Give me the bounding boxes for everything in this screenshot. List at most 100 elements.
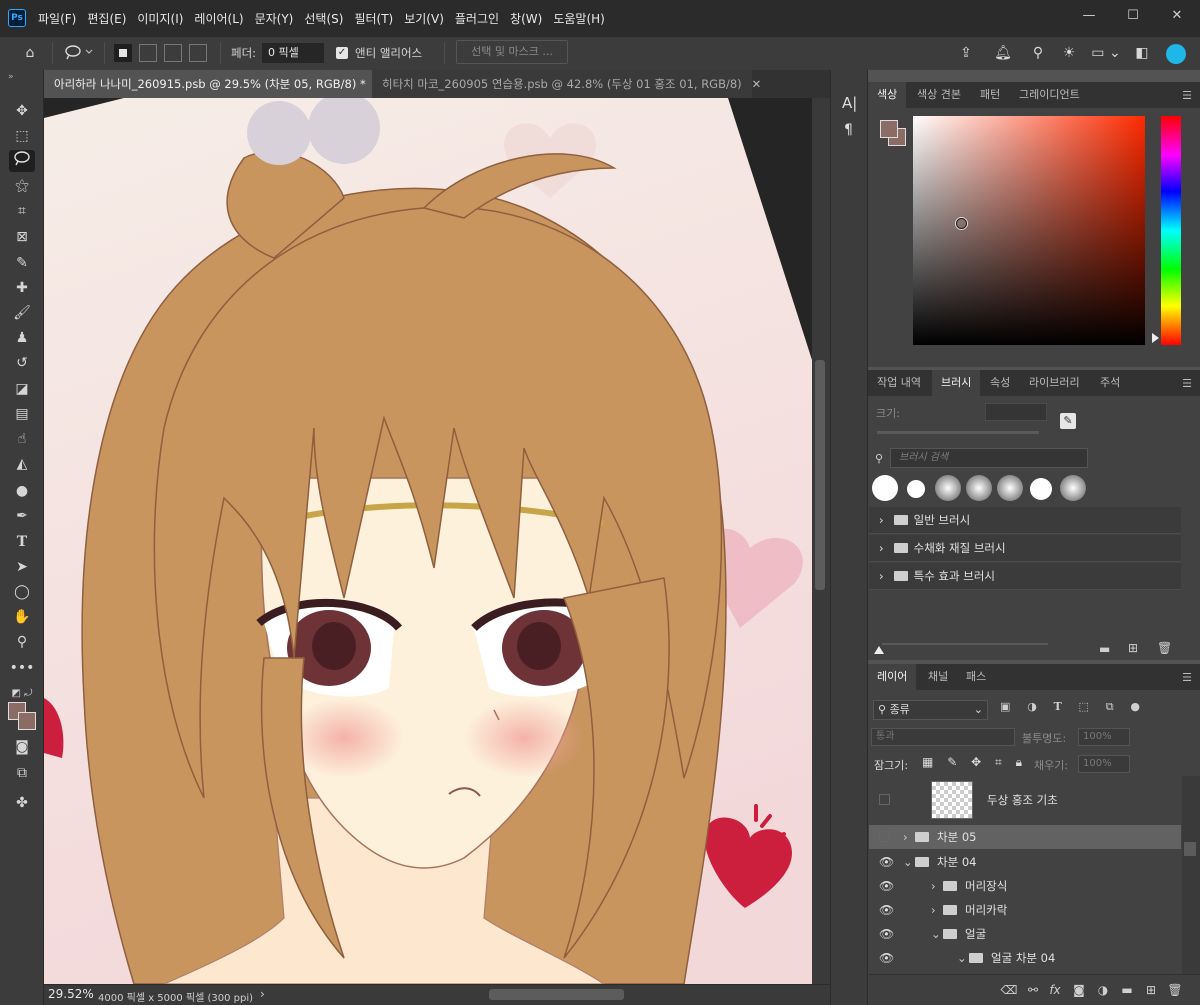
- new-group-icon[interactable]: ▬: [1118, 981, 1136, 999]
- lock-all-icon[interactable]: 🔒︎: [1016, 755, 1022, 770]
- eraser-link-icon[interactable]: ⌫: [1000, 981, 1018, 999]
- lasso-tool-icon[interactable]: [9, 150, 35, 172]
- dodge-tool-icon[interactable]: ●: [9, 480, 35, 502]
- chevron-right-icon[interactable]: ›: [931, 898, 936, 922]
- layer-row[interactable]: 👁︎ › 머리장식: [869, 874, 1181, 898]
- sharpen-tool-icon[interactable]: ◭: [9, 453, 35, 475]
- saturation-brightness-field[interactable]: [913, 116, 1145, 345]
- path-selection-tool-icon[interactable]: ➤: [9, 556, 35, 578]
- share-icon[interactable]: ⇪: [956, 43, 976, 63]
- layer-filter-select[interactable]: ⚲ 종류 ⌄: [873, 700, 988, 720]
- tab-brushes[interactable]: 브러시: [932, 370, 981, 396]
- adjustment-filter-icon[interactable]: ◑: [1027, 700, 1037, 722]
- maximize-button[interactable]: ☐: [1122, 6, 1144, 26]
- collapse-icon[interactable]: »: [8, 72, 14, 82]
- panel-menu-icon[interactable]: ☰: [1182, 89, 1192, 102]
- brush-search-input[interactable]: 브러시 검색: [890, 448, 1088, 468]
- document-tab-active[interactable]: 아리하라 나나미_260915.psb @ 29.5% (차분 05, RGB/…: [44, 70, 385, 98]
- add-to-selection-icon[interactable]: [139, 44, 157, 62]
- smudge-tool-icon[interactable]: ☝: [9, 428, 35, 450]
- menu-view[interactable]: 보기(V): [404, 10, 444, 27]
- lock-image-icon[interactable]: ✎: [947, 755, 957, 770]
- new-selection-icon[interactable]: [114, 44, 132, 62]
- eye-icon[interactable]: 👁︎: [879, 874, 894, 898]
- eye-icon[interactable]: 👁︎: [879, 946, 894, 970]
- tab-layers[interactable]: 레이어: [868, 664, 917, 690]
- marquee-tool-icon[interactable]: ⬚: [9, 125, 35, 147]
- tab-swatches[interactable]: 색상 견본: [908, 82, 970, 108]
- panel-menu-icon[interactable]: ☰: [1182, 671, 1192, 684]
- color-picker-cursor[interactable]: [956, 218, 967, 229]
- chevron-right-icon[interactable]: ›: [931, 874, 936, 898]
- menu-filter[interactable]: 필터(T): [354, 10, 393, 27]
- menu-layer[interactable]: 레이어(L): [194, 10, 243, 27]
- intersect-selection-icon[interactable]: [189, 44, 207, 62]
- select-and-mask-button[interactable]: 선택 및 마스크 ...: [456, 40, 568, 64]
- new-brush-icon[interactable]: ⊞: [1128, 641, 1138, 655]
- paragraph-panel-icon[interactable]: ¶: [844, 122, 853, 138]
- brush-preview-size-slider-handle[interactable]: [874, 646, 884, 654]
- minimize-button[interactable]: —: [1078, 6, 1100, 26]
- feather-input[interactable]: 0 픽셀: [262, 43, 325, 63]
- adjustment-layer-icon[interactable]: ◑: [1094, 981, 1112, 999]
- panel-menu-icon[interactable]: ☰: [1182, 377, 1192, 390]
- brush-tool-icon[interactable]: 🖌︎: [9, 302, 35, 324]
- brush-tip-soft[interactable]: [935, 475, 961, 501]
- discover-lightbulb-icon[interactable]: ☀: [1059, 43, 1079, 63]
- magic-wand-tool-icon[interactable]: ⚝: [9, 175, 35, 197]
- brush-tip-soft[interactable]: [1060, 475, 1086, 501]
- layers-scrollbar-thumb[interactable]: [1184, 842, 1196, 856]
- doc-info-arrow-icon[interactable]: ›: [260, 987, 265, 1001]
- tab-channels[interactable]: 채널: [919, 664, 957, 690]
- vertical-scrollbar-thumb[interactable]: [815, 360, 825, 590]
- type-tool-icon[interactable]: T: [9, 531, 35, 553]
- document-canvas[interactable]: [44, 98, 812, 984]
- menu-select[interactable]: 선택(S): [304, 10, 343, 27]
- history-brush-tool-icon[interactable]: ↺: [9, 352, 35, 374]
- filter-toggle-icon[interactable]: ●: [1130, 700, 1140, 722]
- quick-mask-icon[interactable]: ◙: [9, 736, 35, 758]
- menu-file[interactable]: 파일(F): [38, 10, 76, 27]
- shape-filter-icon[interactable]: ⬚: [1079, 700, 1089, 722]
- layers-scrollbar[interactable]: [1182, 776, 1200, 976]
- chevron-down-icon[interactable]: ⌄: [903, 850, 913, 874]
- visibility-toggle-off[interactable]: [879, 794, 890, 805]
- type-filter-icon[interactable]: T: [1054, 700, 1062, 722]
- brush-folder[interactable]: › 일반 브러시: [869, 507, 1181, 534]
- notifications-bell-icon[interactable]: 🔔︎: [993, 43, 1013, 63]
- subtract-from-selection-icon[interactable]: [164, 44, 182, 62]
- pen-tool-icon[interactable]: ✒: [9, 505, 35, 527]
- horizontal-scrollbar-thumb[interactable]: [489, 989, 624, 1000]
- clone-stamp-tool-icon[interactable]: ♟: [9, 327, 35, 349]
- hue-slider[interactable]: [1161, 116, 1181, 345]
- chevron-down-icon[interactable]: ⌄: [931, 922, 941, 946]
- eye-icon[interactable]: 👁︎: [879, 898, 894, 922]
- brush-tip-soft[interactable]: [997, 475, 1023, 501]
- delete-brush-icon[interactable]: 🗑︎: [1157, 641, 1172, 655]
- layer-row[interactable]: 👁︎ ⌄ 얼굴: [869, 922, 1181, 946]
- search-icon[interactable]: ⚲: [1028, 43, 1048, 63]
- layer-row[interactable]: 👁︎ ⌄ 차분 04: [869, 850, 1181, 874]
- eyedropper-tool-icon[interactable]: ✎: [9, 252, 35, 274]
- lasso-tool-preset-icon[interactable]: [62, 43, 94, 63]
- menu-image[interactable]: 이미지(I): [137, 10, 183, 27]
- brush-preview-size-slider[interactable]: [882, 643, 1048, 645]
- new-folder-icon[interactable]: ▬: [1099, 642, 1110, 656]
- link-layers-icon[interactable]: ⚯: [1024, 981, 1042, 999]
- content-aware-icon[interactable]: ✤: [9, 792, 35, 814]
- crop-tool-icon[interactable]: ⌗: [9, 200, 35, 222]
- brush-tip-soft[interactable]: [966, 475, 992, 501]
- eraser-tool-icon[interactable]: ◪: [9, 378, 35, 400]
- brush-tip-hard-large[interactable]: [872, 475, 898, 501]
- gradient-tool-icon[interactable]: ▤: [9, 403, 35, 425]
- edit-toolbar-icon[interactable]: •••: [9, 657, 35, 679]
- document-tab[interactable]: 히타치 마코_260905 연습용.psb @ 42.8% (두상 01 홍조 …: [372, 70, 761, 98]
- antialias-checkbox[interactable]: ✓: [336, 47, 348, 59]
- layer-row-selected[interactable]: › 차분 05: [869, 825, 1181, 849]
- move-tool-icon[interactable]: ✥: [9, 100, 35, 122]
- smart-object-filter-icon[interactable]: ⧉: [1106, 700, 1114, 722]
- eye-icon[interactable]: 👁︎: [879, 850, 894, 874]
- layer-row[interactable]: 👁︎ › 머리카락: [869, 898, 1181, 922]
- brush-size-input[interactable]: [985, 403, 1047, 421]
- brush-tip-hard[interactable]: [1030, 478, 1052, 500]
